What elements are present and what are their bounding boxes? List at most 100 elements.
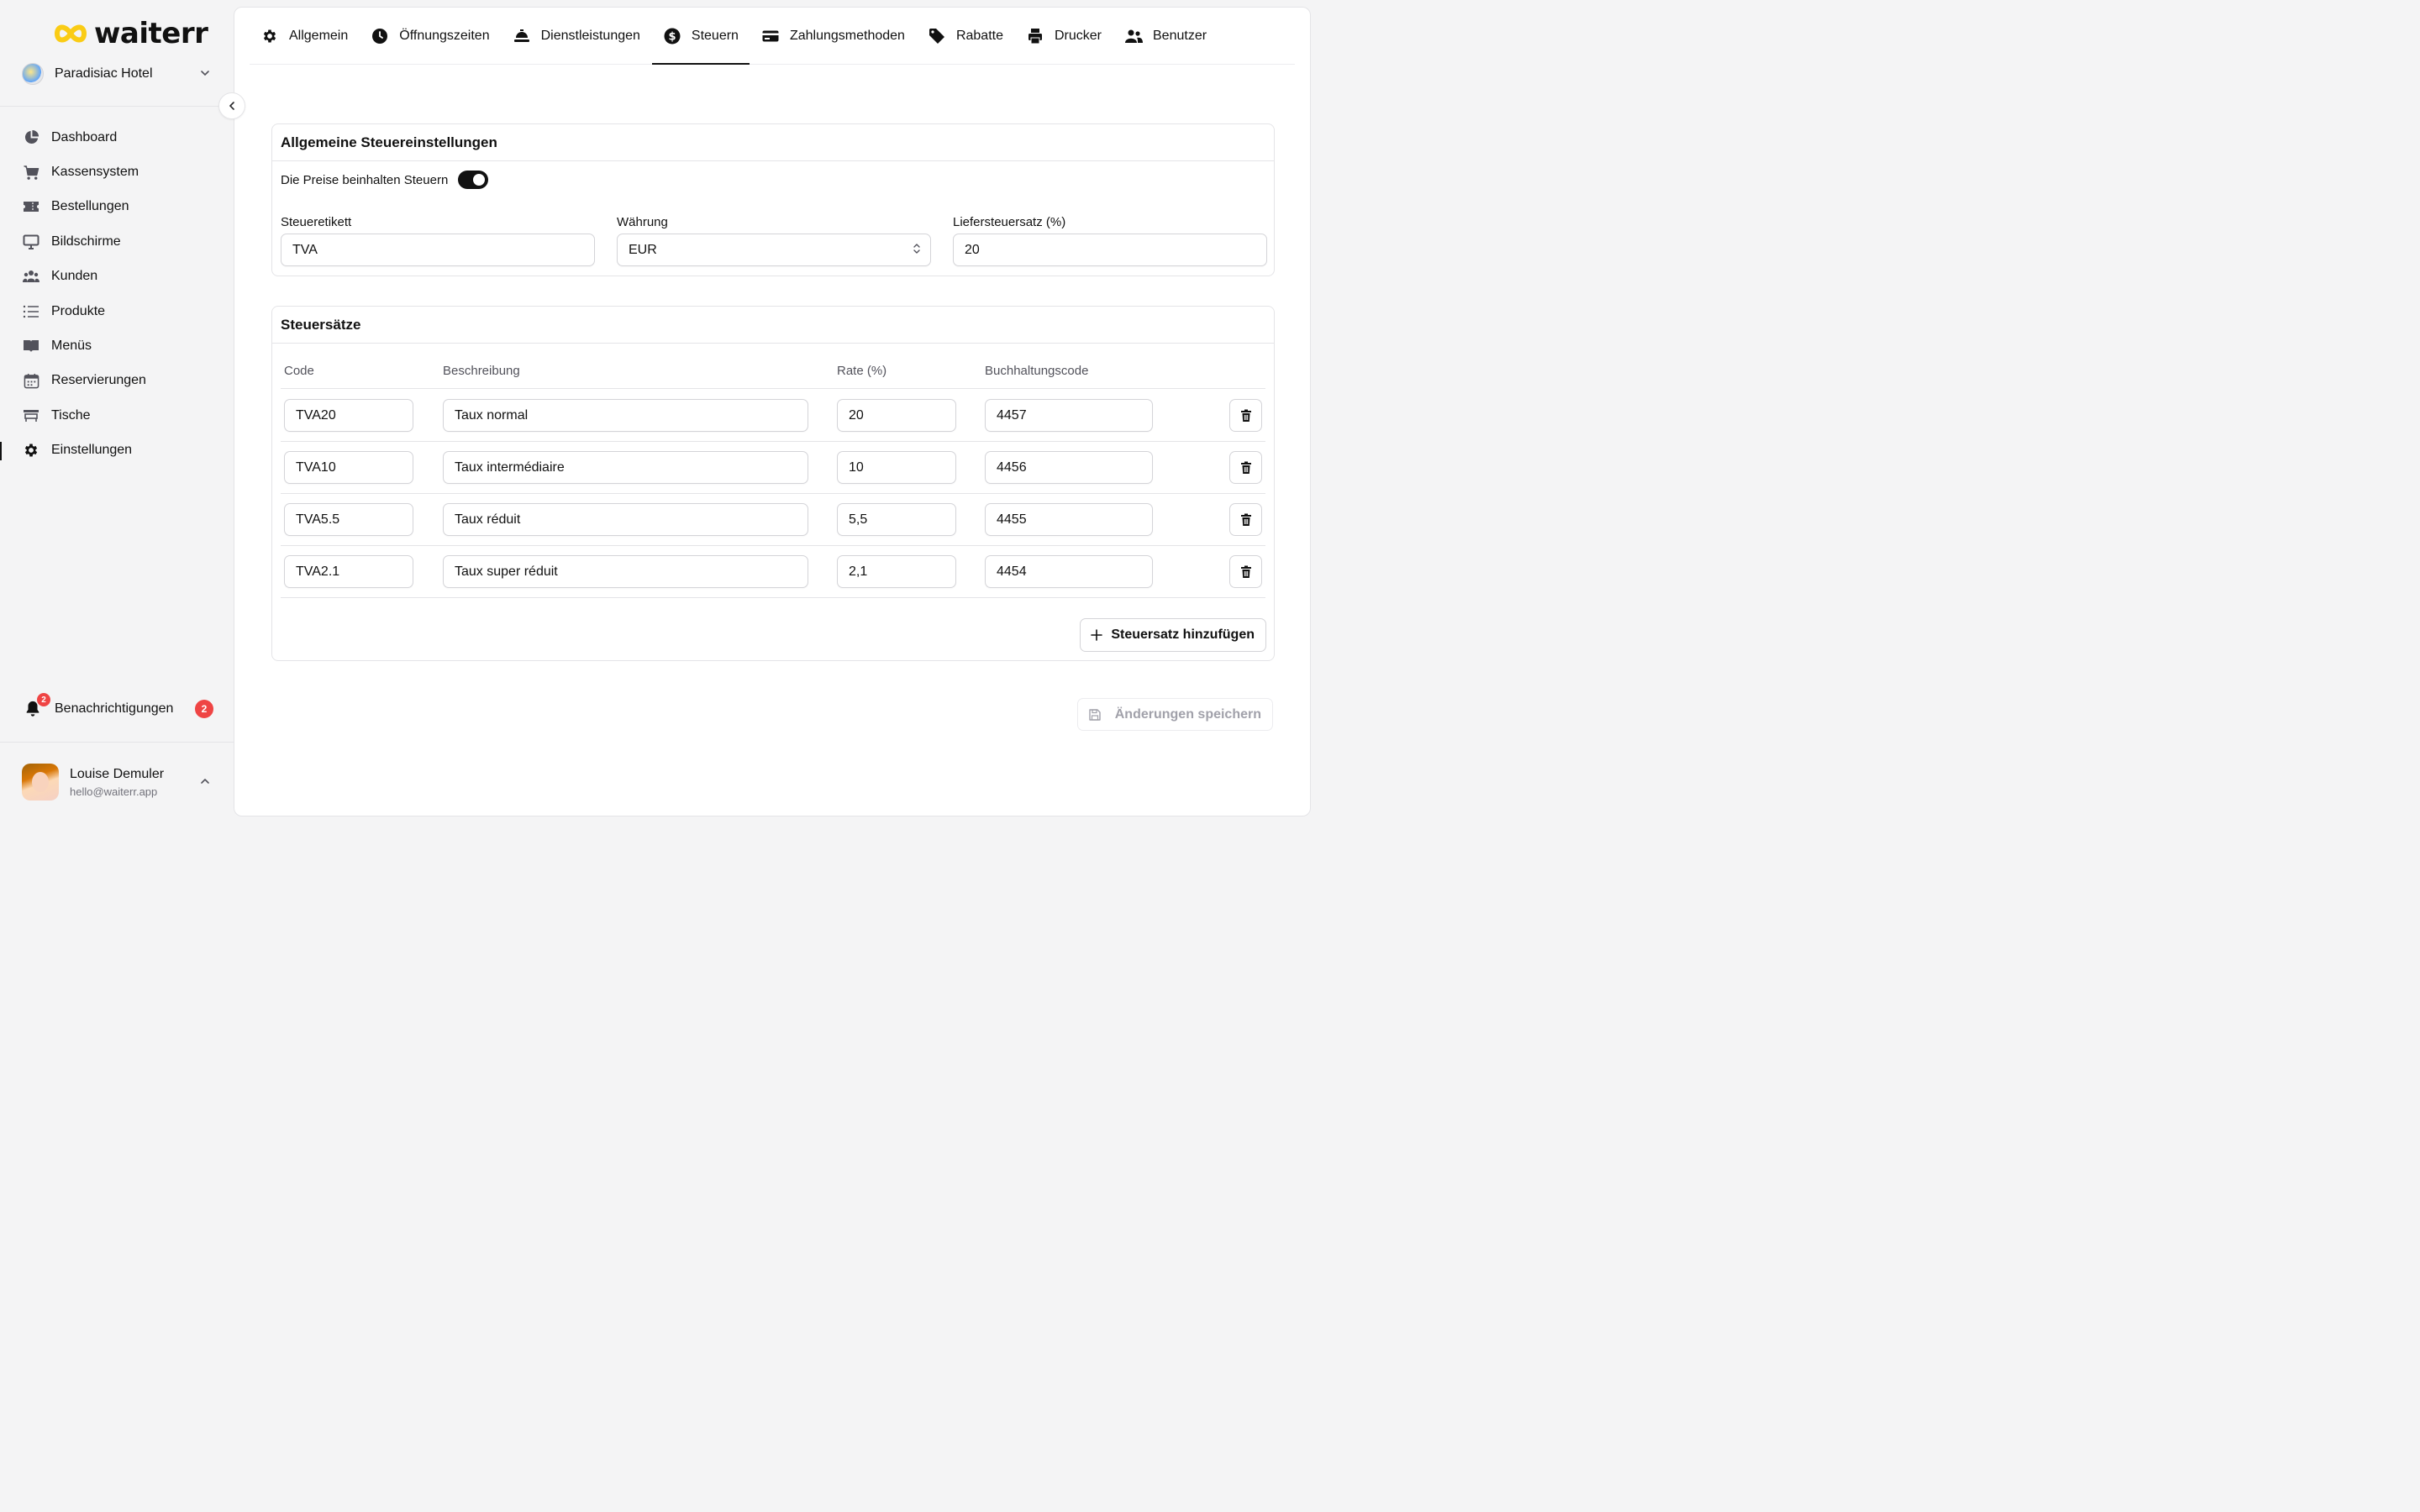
tab-benutzer[interactable]: Benutzer [1113,8,1218,64]
gear-icon [260,27,279,45]
accounting-code-input[interactable]: 4457 [985,399,1153,432]
user-name: Louise Demuler [70,766,165,781]
credit-card-icon [761,27,780,45]
user-group-icon [1124,27,1143,45]
table-icon [23,407,39,424]
clock-icon [371,27,389,45]
rate-input[interactable]: 10 [837,451,956,484]
chevron-left-icon [229,102,234,110]
delete-row-button[interactable] [1229,451,1262,484]
hotel-switcher[interactable]: Paradisiac Hotel [22,60,215,87]
tax-rates-table-header: Code Beschreibung Rate (%) Buchhaltungsc… [281,357,1265,389]
accounting-code-input[interactable]: 4454 [985,555,1153,588]
code-input[interactable]: TVA2.1 [284,555,413,588]
sidebar-item-einstellungen[interactable]: Einstellungen [0,433,234,468]
ticket-icon [23,198,39,215]
sidebar-item-bildschirme[interactable]: Bildschirme [0,224,234,259]
delete-row-button[interactable] [1229,503,1262,536]
column-header-accounting-code: Buchhaltungscode [985,364,1089,378]
sidebar-item-menus[interactable]: Menüs [0,328,234,363]
tab-drucker[interactable]: Drucker [1015,8,1113,64]
avatar [22,764,59,801]
table-row: TVA5.5 Taux réduit 5,5 4455 [281,494,1265,546]
add-tax-rate-button[interactable]: Steuersatz hinzufügen [1080,618,1266,652]
chevron-up-icon [201,779,209,784]
column-header-rate: Rate (%) [837,364,887,378]
description-input[interactable]: Taux réduit [443,503,808,536]
cart-icon [23,164,39,181]
users-icon [23,268,39,285]
delete-row-button[interactable] [1229,399,1262,432]
tag-icon [928,27,946,45]
sidebar-divider [0,106,234,107]
sidebar-item-kassensystem[interactable]: Kassensystem [0,155,234,189]
tab-steuern[interactable]: $ Steuern [651,8,750,65]
table-row: TVA10 Taux intermédiaire 10 4456 [281,442,1265,494]
accounting-code-input[interactable]: 4455 [985,503,1153,536]
description-input[interactable]: Taux super réduit [443,555,808,588]
notifications-count-badge: 2 [195,700,213,718]
delivery-tax-rate-field: Liefersteuersatz (%) 20 [953,215,1267,266]
code-input[interactable]: TVA10 [284,451,413,484]
hotel-avatar [22,63,44,85]
delivery-tax-rate-label: Liefersteuersatz (%) [953,215,1066,229]
sidebar-item-label: Bildschirme [51,234,121,249]
prices-include-tax-row: Die Preise beinhalten Steuern [281,171,489,189]
notifications-label: Benachrichtigungen [55,701,174,716]
tab-dienstleistungen[interactable]: Dienstleistungen [502,8,651,64]
column-header-description: Beschreibung [443,364,520,378]
card-title: Steuersätze [272,307,1274,344]
tab-label: Allgemein [289,28,349,43]
rate-input[interactable]: 2,1 [837,555,956,588]
rate-input[interactable]: 5,5 [837,503,956,536]
svg-text:$: $ [668,30,676,43]
sidebar-item-label: Kassensystem [51,165,139,180]
rate-input[interactable]: 20 [837,399,956,432]
add-tax-rate-label: Steuersatz hinzufügen [1111,627,1255,642]
sidebar-item-dashboard[interactable]: Dashboard [0,120,234,155]
description-input[interactable]: Taux intermédiaire [443,451,808,484]
tab-label: Zahlungsmethoden [789,28,905,43]
user-menu[interactable]: Louise Demuler hello@waiterr.app [22,763,217,801]
tab-zahlungsmethoden[interactable]: Zahlungsmethoden [750,8,916,64]
sidebar-item-kunden[interactable]: Kunden [0,260,234,294]
sidebar-item-reservierungen[interactable]: Reservierungen [0,364,234,398]
user-email: hello@waiterr.app [70,785,158,798]
tab-allgemein[interactable]: Allgemein [250,8,359,64]
save-changes-button[interactable]: Änderungen speichern [1076,698,1273,731]
sidebar-item-label: Einstellungen [51,443,133,458]
trash-icon [1240,409,1251,422]
currency-select[interactable]: EUR [617,234,931,266]
delete-row-button[interactable] [1229,555,1262,588]
sidebar-item-produkte[interactable]: Produkte [0,294,234,328]
collapse-sidebar-button[interactable] [218,92,245,119]
notifications-link[interactable]: 2 Benachrichtigungen 2 [22,693,217,722]
table-row: TVA2.1 Taux super réduit 2,1 4454 [281,546,1265,598]
tax-label-input[interactable]: TVA [281,234,595,266]
code-input[interactable]: TVA20 [284,399,413,432]
tab-rabatte[interactable]: Rabatte [917,8,1014,64]
sidebar-item-label: Bestellungen [51,199,129,214]
tab-oeffnungszeiten[interactable]: Öffnungszeiten [360,8,500,64]
sidebar-nav: Dashboard Kassensystem Bestellungen Bild… [0,120,234,468]
prices-include-tax-toggle[interactable] [458,171,489,189]
dollar-circle-icon: $ [663,27,681,45]
code-input[interactable]: TVA5.5 [284,503,413,536]
save-changes-label: Änderungen speichern [1114,706,1261,722]
accounting-code-input[interactable]: 4456 [985,451,1153,484]
trash-icon [1240,565,1251,578]
tax-rates-card: Steuersätze Code Beschreibung Rate (%) B… [271,306,1275,661]
settings-panel: Allgemein Öffnungszeiten Dienstleistunge… [234,7,1311,816]
delivery-tax-rate-input[interactable]: 20 [953,234,1267,266]
brand-logo[interactable]: waiterr [54,17,208,50]
service-bell-icon [513,27,531,45]
trash-icon [1240,461,1251,474]
description-input[interactable]: Taux normal [443,399,808,432]
sidebar-footer-divider [0,742,234,743]
card-title: Allgemeine Steuereinstellungen [272,124,1274,161]
sidebar-item-bestellungen[interactable]: Bestellungen [0,190,234,224]
gear-icon [23,442,39,459]
sidebar-item-label: Dashboard [51,129,118,144]
calendar-icon [23,372,39,389]
sidebar-item-tische[interactable]: Tische [0,398,234,433]
